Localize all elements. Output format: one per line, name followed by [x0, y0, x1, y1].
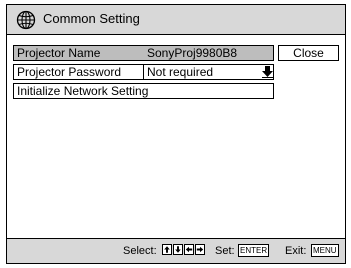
dropdown-arrow-icon[interactable] — [262, 66, 273, 78]
page-title: Common Setting — [43, 11, 140, 26]
down-arrow-key-icon — [173, 244, 183, 255]
close-button[interactable]: Close — [278, 45, 339, 61]
projector-password-label: Projector Password — [17, 65, 122, 79]
menu-key-badge: MENU — [311, 244, 339, 257]
exit-hint-label: Exit: — [285, 245, 307, 257]
globe-icon — [16, 10, 36, 30]
projector-name-row[interactable]: Projector Name SonyProj9980B8 — [13, 45, 274, 61]
projector-password-row[interactable]: Projector Password Not required — [13, 64, 274, 80]
projector-password-value[interactable]: Not required — [147, 65, 213, 79]
up-arrow-key-icon — [162, 244, 172, 255]
footer-help-bar: Select: Set: ENTER Exit: MENU — [7, 238, 345, 263]
projector-name-label: Projector Name — [17, 46, 101, 60]
title-bar: Common Setting — [7, 5, 345, 35]
right-arrow-key-icon — [195, 244, 205, 255]
row-divider — [143, 65, 144, 79]
initialize-network-label: Initialize Network Setting — [17, 84, 149, 98]
initialize-network-setting-row[interactable]: Initialize Network Setting — [13, 83, 274, 99]
enter-key-badge: ENTER — [238, 244, 270, 257]
set-hint-label: Set: — [215, 245, 235, 257]
projector-name-value[interactable]: SonyProj9980B8 — [147, 46, 237, 60]
common-setting-dialog: Common Setting Projector Name SonyProj99… — [6, 4, 346, 264]
select-hint-label: Select: — [123, 245, 157, 257]
left-arrow-key-icon — [184, 244, 194, 255]
